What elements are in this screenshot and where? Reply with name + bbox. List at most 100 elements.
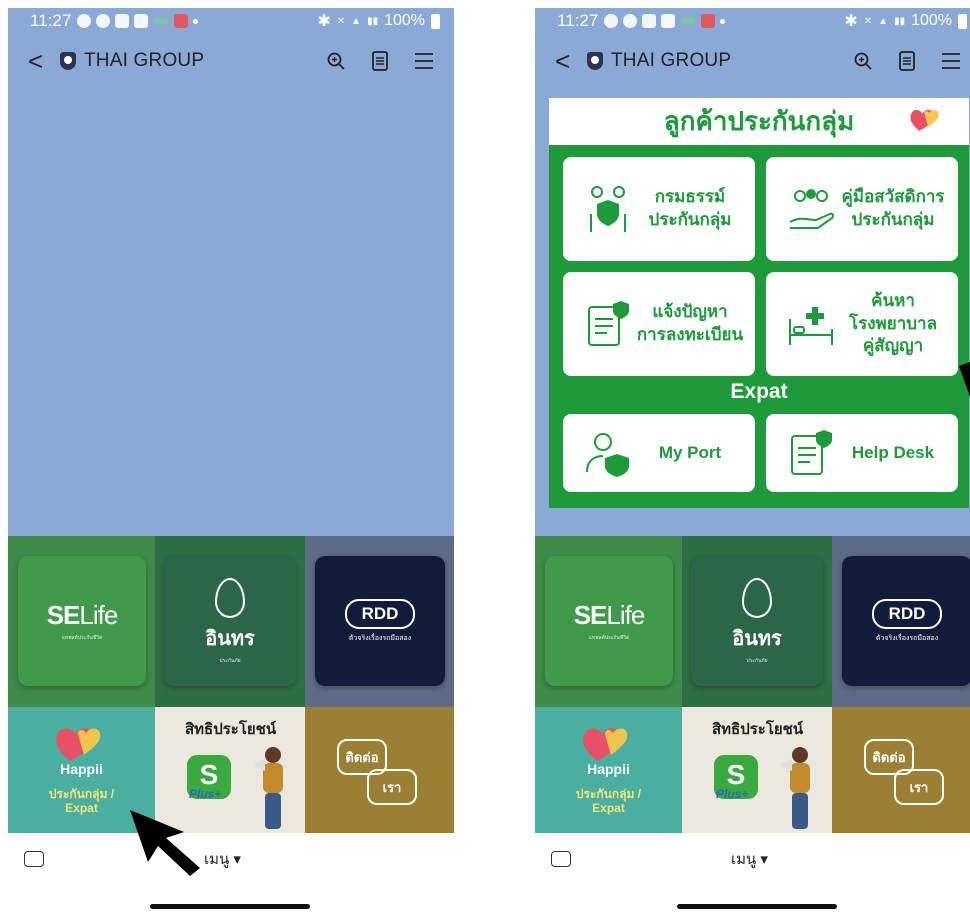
hand-people-icon (789, 189, 835, 229)
policy-label-1: กรมธรรม์ (654, 187, 726, 207)
hospital-label-3: คู่สัญญา (862, 336, 924, 356)
rich-menu-rdd[interactable]: RDD ตัวจริงเรื่องรถมือสอง (832, 536, 970, 707)
chat-header: < THAI GROUP (8, 34, 454, 88)
hospital-label-1: ค้นหา (871, 290, 915, 310)
network-icon: ▲ (878, 15, 889, 27)
inthra-subtitle: ประกันภัย (219, 657, 241, 664)
mail-icon (115, 14, 130, 28)
rich-menu-selife[interactable]: SELife แทพลต์ประกันชีวิต (535, 536, 682, 707)
woman-megaphone-image (782, 747, 810, 829)
happii-heart-icon (56, 728, 101, 761)
menu-toggle[interactable]: เมนู ▾ (731, 847, 768, 871)
chat-title: THAI GROUP (84, 50, 205, 71)
search-icon[interactable] (326, 51, 346, 71)
network-icon: ▲ (351, 15, 362, 27)
official-account-icon (60, 52, 76, 70)
rich-menu-rdd[interactable]: RDD ตัวจริงเรื่องรถมือสอง (305, 536, 454, 707)
more-notifications-dot (193, 18, 199, 24)
inthra-name: อินทร (732, 627, 782, 650)
chat-title: THAI GROUP (611, 50, 732, 71)
s-plus-label: Plus+ (189, 787, 222, 801)
inthra-tile: อินทร ประกันภัย (691, 556, 823, 686)
rich-menu-contact[interactable]: ติดต่อ เรา (832, 707, 970, 833)
bottom-bar: เมนู ▾ (535, 833, 970, 885)
rdd-tile: RDD ตัวจริงเรื่องรถมือสอง (315, 556, 445, 686)
notes-icon[interactable] (370, 51, 390, 71)
bluetooth-icon: ✱ (317, 13, 331, 30)
status-system: ✱ ✕ ▲ ▮▮ 100% (844, 11, 967, 31)
rights-title: สิทธิประโยชน์ (185, 721, 277, 738)
person-shield-icon (586, 433, 629, 477)
report-registration-button[interactable]: แจ้งปัญหาการลงทะเบียน (563, 272, 755, 376)
home-indicator (150, 904, 310, 909)
chat-header: < THAI GROUP (535, 34, 970, 88)
selife-tile: SELife แทพลต์ประกันชีวิต (18, 556, 146, 686)
mute-icon: ✕ (336, 15, 346, 27)
mail-icon (642, 14, 657, 28)
phone-right: 11:27 ✱ ✕ ▲ ▮▮ 100% < THAI GROUP ลูกค้าป… (535, 0, 970, 917)
happii-heart-icon (583, 728, 628, 761)
inthra-tile: อินทร ประกันภัย (164, 556, 296, 686)
report-label-2: การลงทะเบียน (636, 325, 744, 344)
rich-menu-inthra[interactable]: อินทร ประกันภัย (682, 536, 832, 707)
sync-icon (680, 18, 697, 24)
keyboard-icon[interactable] (24, 851, 44, 867)
selife-subtitle: แทพลต์ประกันชีวิต (588, 635, 630, 641)
rich-menu-contact[interactable]: ติดต่อ เรา (305, 707, 454, 833)
rich-menu: SELife แทพลต์ประกันชีวิต อินทร ประกันภัย… (8, 536, 454, 833)
my-port-button[interactable]: My Port (563, 414, 755, 492)
status-bar: 11:27 ✱ ✕ ▲ ▮▮ 100% (535, 8, 970, 34)
home-indicator (677, 904, 837, 909)
policy-label-2: ประกันกลุ่ม (648, 210, 732, 229)
rich-menu-selife[interactable]: SELife แทพลต์ประกันชีวิต (8, 536, 155, 707)
report-label-1: แจ้งปัญหา (652, 302, 728, 322)
google-icon (623, 14, 638, 28)
rdd-subtitle: ตัวจริงเรื่องรถมือสอง (875, 634, 939, 642)
hospital-search-button[interactable]: ค้นหาโรงพยาบาลคู่สัญญา (766, 272, 958, 376)
search-icon[interactable] (853, 51, 873, 71)
back-button[interactable]: < (28, 46, 48, 77)
app-notification-icon (661, 14, 676, 28)
happii-wordmark: Happii (60, 761, 103, 777)
inthra-leaf-icon (215, 577, 245, 618)
s-plus-label: Plus+ (716, 787, 749, 801)
selife-logo: SELife (573, 600, 646, 630)
menu-icon[interactable] (414, 51, 434, 71)
card-title: ลูกค้าประกันกลุ่ม (663, 106, 855, 136)
signal-icon: ▮▮ (894, 15, 906, 27)
policy-button[interactable]: กรมธรรม์ประกันกลุ่ม (563, 157, 755, 261)
back-button[interactable]: < (555, 46, 575, 77)
clipboard-shield-icon (588, 301, 629, 346)
rich-menu-inthra[interactable]: อินทร ประกันภัย (155, 536, 305, 707)
selife-subtitle: แทพลต์ประกันชีวิต (61, 635, 103, 641)
keyboard-icon[interactable] (551, 851, 571, 867)
rich-menu-happii[interactable]: Happii ประกันกลุ่ม / Expat (535, 707, 682, 833)
benefits-label-2: ประกันกลุ่ม (851, 210, 935, 229)
inthra-subtitle: ประกันภัย (746, 657, 768, 664)
rich-menu-rights[interactable]: สิทธิประโยชน์ S Plus+ (682, 707, 832, 833)
menu-toggle[interactable]: เมนู ▾ (204, 847, 241, 871)
my-port-label: My Port (658, 442, 722, 462)
battery-text: 100% (911, 12, 952, 29)
happii-label-line2: Expat (592, 801, 625, 815)
status-notifications (604, 14, 726, 28)
more-notifications-dot (720, 18, 726, 24)
battery-icon (958, 13, 967, 29)
happii-wordmark: Happii (587, 761, 630, 777)
hospital-label-2: โรงพยาบาล (848, 313, 938, 333)
notes-icon[interactable] (897, 51, 917, 71)
screenshot-pair: 11:27 ✱ ✕ ▲ ▮▮ 100% < THAI GROUP SELife … (0, 0, 970, 917)
signal-icon: ▮▮ (367, 15, 379, 27)
rdd-subtitle: ตัวจริงเรื่องรถมือสอง (348, 634, 412, 642)
menu-icon[interactable] (941, 51, 961, 71)
chat-area: ลูกค้าประกันกลุ่ม กรมธรรม์ ประกันกลุ่ม ค… (535, 88, 970, 536)
rdd-badge: RDD (345, 598, 415, 629)
help-desk-button[interactable]: Help Desk (766, 414, 958, 492)
group-shield-icon (590, 186, 626, 232)
inthra-name: อินทร (205, 627, 255, 650)
happii-heart-icon (910, 109, 939, 131)
hospital-bed-icon (789, 307, 833, 345)
woman-megaphone-image (255, 747, 283, 829)
benefits-label-1: คู่มือสวัสดิการ (841, 187, 945, 207)
benefits-guide-button[interactable]: คู่มือสวัสดิการประกันกลุ่ม (766, 157, 958, 261)
